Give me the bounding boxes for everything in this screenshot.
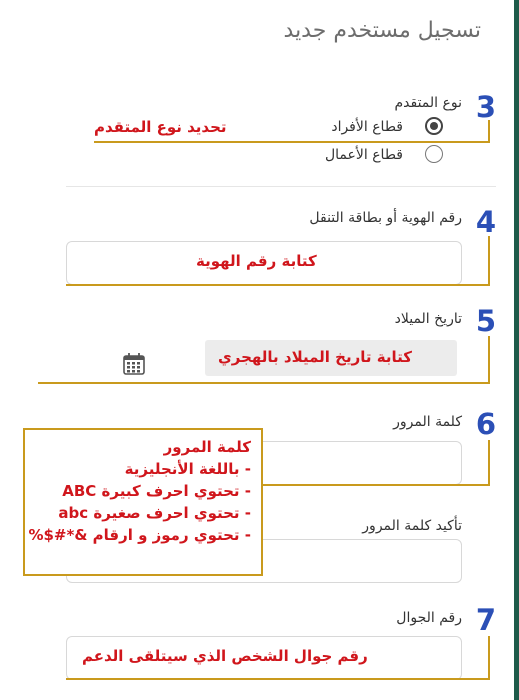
- annotation-line: [488, 636, 490, 680]
- step-number-4: 4: [475, 205, 496, 239]
- annotation-line: [488, 440, 490, 486]
- password-label: كلمة المرور: [393, 414, 462, 430]
- password-rule: - تحتوي رموز و ارقام &*#$%: [28, 526, 251, 544]
- annotation-line: [94, 141, 490, 143]
- confirm-password-label: تأكيد كلمة المرور: [362, 518, 462, 534]
- radio-business-label[interactable]: قطاع الأعمال: [325, 147, 403, 163]
- birth-date-label: تاريخ الميلاد: [394, 311, 462, 327]
- annotation-line: [66, 284, 490, 286]
- mobile-annotation: رقم جوال الشخص الذي سيتلقى الدعم: [82, 647, 368, 665]
- radio-individuals-label[interactable]: قطاع الأفراد: [331, 119, 403, 135]
- radio-individuals[interactable]: [425, 117, 443, 135]
- annotation-line: [488, 336, 490, 384]
- step-number-6: 6: [475, 407, 496, 441]
- section-divider: [66, 186, 496, 187]
- annotation-line: [263, 484, 490, 486]
- calendar-icon[interactable]: [120, 350, 148, 378]
- password-rule: - باللغة الأنجليزية: [124, 460, 251, 478]
- mobile-label: رقم الجوال: [396, 610, 462, 626]
- step-number-3: 3: [475, 90, 496, 124]
- annotation-line: [66, 678, 490, 680]
- annotation-line: [488, 120, 490, 142]
- password-rules-title: كلمة المرور: [163, 438, 251, 456]
- radio-business[interactable]: [425, 145, 443, 163]
- annotation-line: [38, 382, 490, 384]
- page-title: تسجيل مستخدم جديد: [283, 18, 481, 43]
- password-rules-callout: كلمة المرور - باللغة الأنجليزية - تحتوي …: [23, 428, 263, 576]
- password-rule: - تحتوي احرف كبيرة ABC: [62, 482, 251, 500]
- id-number-annotation: كتابة رقم الهوية: [196, 252, 317, 270]
- annotation-line: [488, 236, 490, 286]
- step-number-5: 5: [475, 304, 496, 338]
- birth-date-annotation: كتابة تاريخ الميلاد بالهجري: [218, 348, 412, 366]
- applicant-type-annotation: تحديد نوع المتقدم: [94, 118, 227, 136]
- window-edge-bar: [514, 0, 519, 700]
- password-rule: - تحتوي احرف صغيرة abc: [58, 504, 251, 522]
- applicant-type-label: نوع المتقدم: [394, 95, 462, 111]
- id-number-label: رقم الهوية أو بطاقة التنقل: [309, 210, 462, 226]
- step-number-7: 7: [475, 603, 496, 637]
